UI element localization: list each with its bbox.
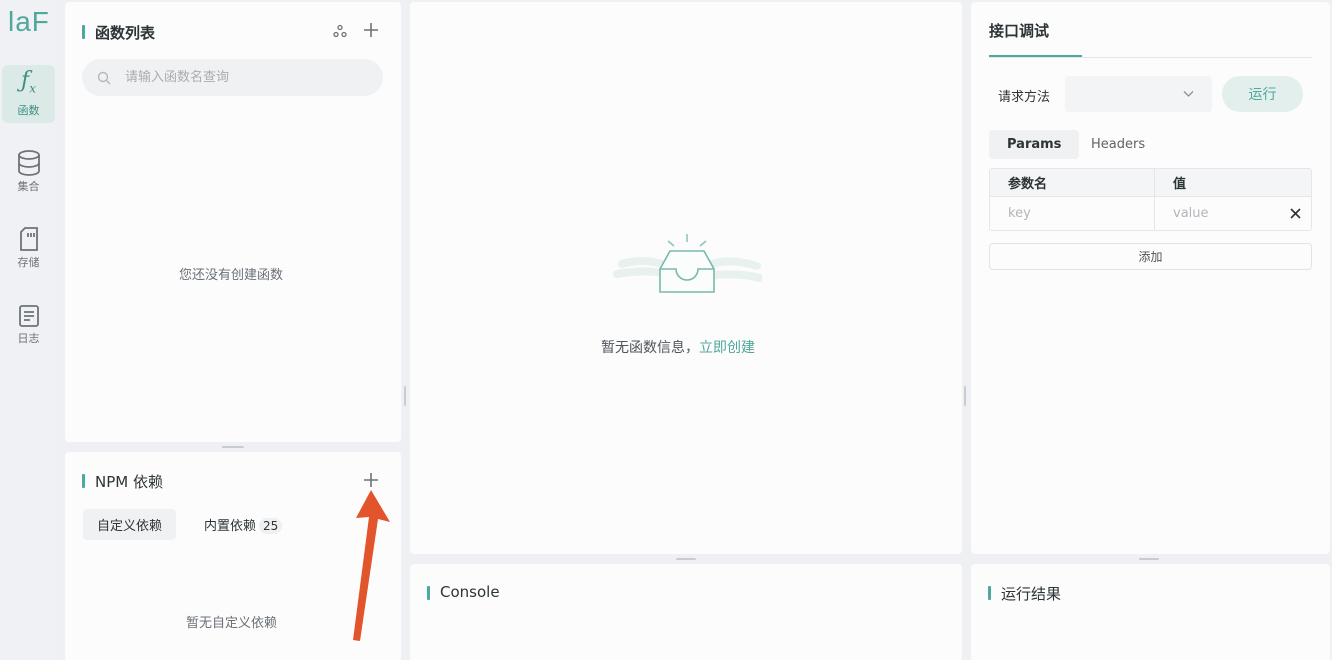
empty-functions-text: 您还没有创建函数 <box>179 268 284 283</box>
annotation-arrow <box>353 490 390 641</box>
share-icon[interactable] <box>331 22 349 40</box>
console-panel: Console <box>410 564 962 660</box>
api-debug-panel: 接口调试 请求方法 运行 Params Headers 参数名 值 添加 <box>971 2 1330 554</box>
resize-handle[interactable] <box>404 386 406 406</box>
function-icon: ƒx <box>21 68 36 96</box>
count-badge: 25 <box>259 518 283 534</box>
empty-message-text: 暂无函数信息， <box>601 340 699 356</box>
resize-handle[interactable] <box>222 446 244 448</box>
nav-label: 日志 <box>17 332 40 345</box>
empty-dependencies-text: 暂无自定义依赖 <box>186 616 278 631</box>
column-header: 参数名 <box>990 169 1155 196</box>
nav-item-storage[interactable]: 存储 <box>2 219 55 277</box>
sidebar: laF ƒx 函数 集合 存储 日志 <box>0 0 58 660</box>
tab-label: 内置依赖 <box>204 519 257 534</box>
nav-item-functions[interactable]: ƒx 函数 <box>2 65 55 123</box>
search-icon <box>97 71 111 84</box>
tab-custom-dependencies[interactable]: 自定义依赖 <box>83 509 177 540</box>
database-icon <box>17 150 40 176</box>
param-value-input[interactable] <box>1173 206 1283 221</box>
function-search-input[interactable] <box>125 70 355 85</box>
add-function-button[interactable] <box>361 20 381 40</box>
panel-title: 函数列表 <box>82 22 155 43</box>
panel-title: NPM 依赖 <box>82 471 163 492</box>
table-row <box>990 197 1311 230</box>
plus-icon <box>364 473 378 487</box>
add-dependency-button[interactable] <box>361 470 381 490</box>
editor-empty-message: 暂无函数信息，立即创建 <box>601 337 755 357</box>
result-panel: 运行结果 <box>971 564 1330 660</box>
nav-label: 函数 <box>17 103 40 117</box>
resize-handle[interactable] <box>964 386 966 406</box>
nav-label: 存储 <box>17 256 40 269</box>
param-key-input[interactable] <box>1008 206 1118 221</box>
plus-icon <box>364 23 378 37</box>
run-button[interactable]: 运行 <box>1222 76 1303 112</box>
close-icon[interactable] <box>1290 208 1301 219</box>
params-table: 参数名 值 <box>989 168 1312 231</box>
method-select[interactable] <box>1065 76 1212 112</box>
tab-builtin-dependencies[interactable]: 内置依赖 25 <box>190 509 296 540</box>
nav-item-collections[interactable]: 集合 <box>2 143 55 201</box>
laf-logo[interactable]: laF <box>8 6 50 38</box>
panel-title: 接口调试 <box>989 22 1050 40</box>
resize-handle[interactable] <box>1139 558 1159 560</box>
empty-inbox-icon <box>613 234 762 293</box>
add-param-button[interactable]: 添加 <box>989 243 1312 270</box>
divider <box>989 57 1312 58</box>
column-header: 值 <box>1173 177 1187 192</box>
value-cell <box>1155 197 1311 230</box>
chevron-down-icon <box>1183 91 1194 97</box>
panel-title: 运行结果 <box>988 583 1061 604</box>
panel-title: Console <box>427 583 500 601</box>
editor-panel: 暂无函数信息，立即创建 <box>410 2 962 554</box>
function-list-panel: 函数列表 您还没有创建函数 <box>65 2 401 442</box>
table-header-row: 参数名 值 <box>990 169 1311 197</box>
method-label: 请求方法 <box>998 90 1051 105</box>
tab-headers[interactable]: Headers <box>1077 130 1159 159</box>
tab-params[interactable]: Params <box>989 130 1080 159</box>
function-search-box[interactable] <box>82 59 383 96</box>
log-icon <box>18 305 39 327</box>
storage-icon <box>19 227 38 251</box>
resize-handle[interactable] <box>676 558 696 560</box>
nav-item-logs[interactable]: 日志 <box>2 296 55 354</box>
key-cell <box>990 197 1155 230</box>
create-function-link[interactable]: 立即创建 <box>699 340 755 356</box>
nav-label: 集合 <box>17 180 40 193</box>
